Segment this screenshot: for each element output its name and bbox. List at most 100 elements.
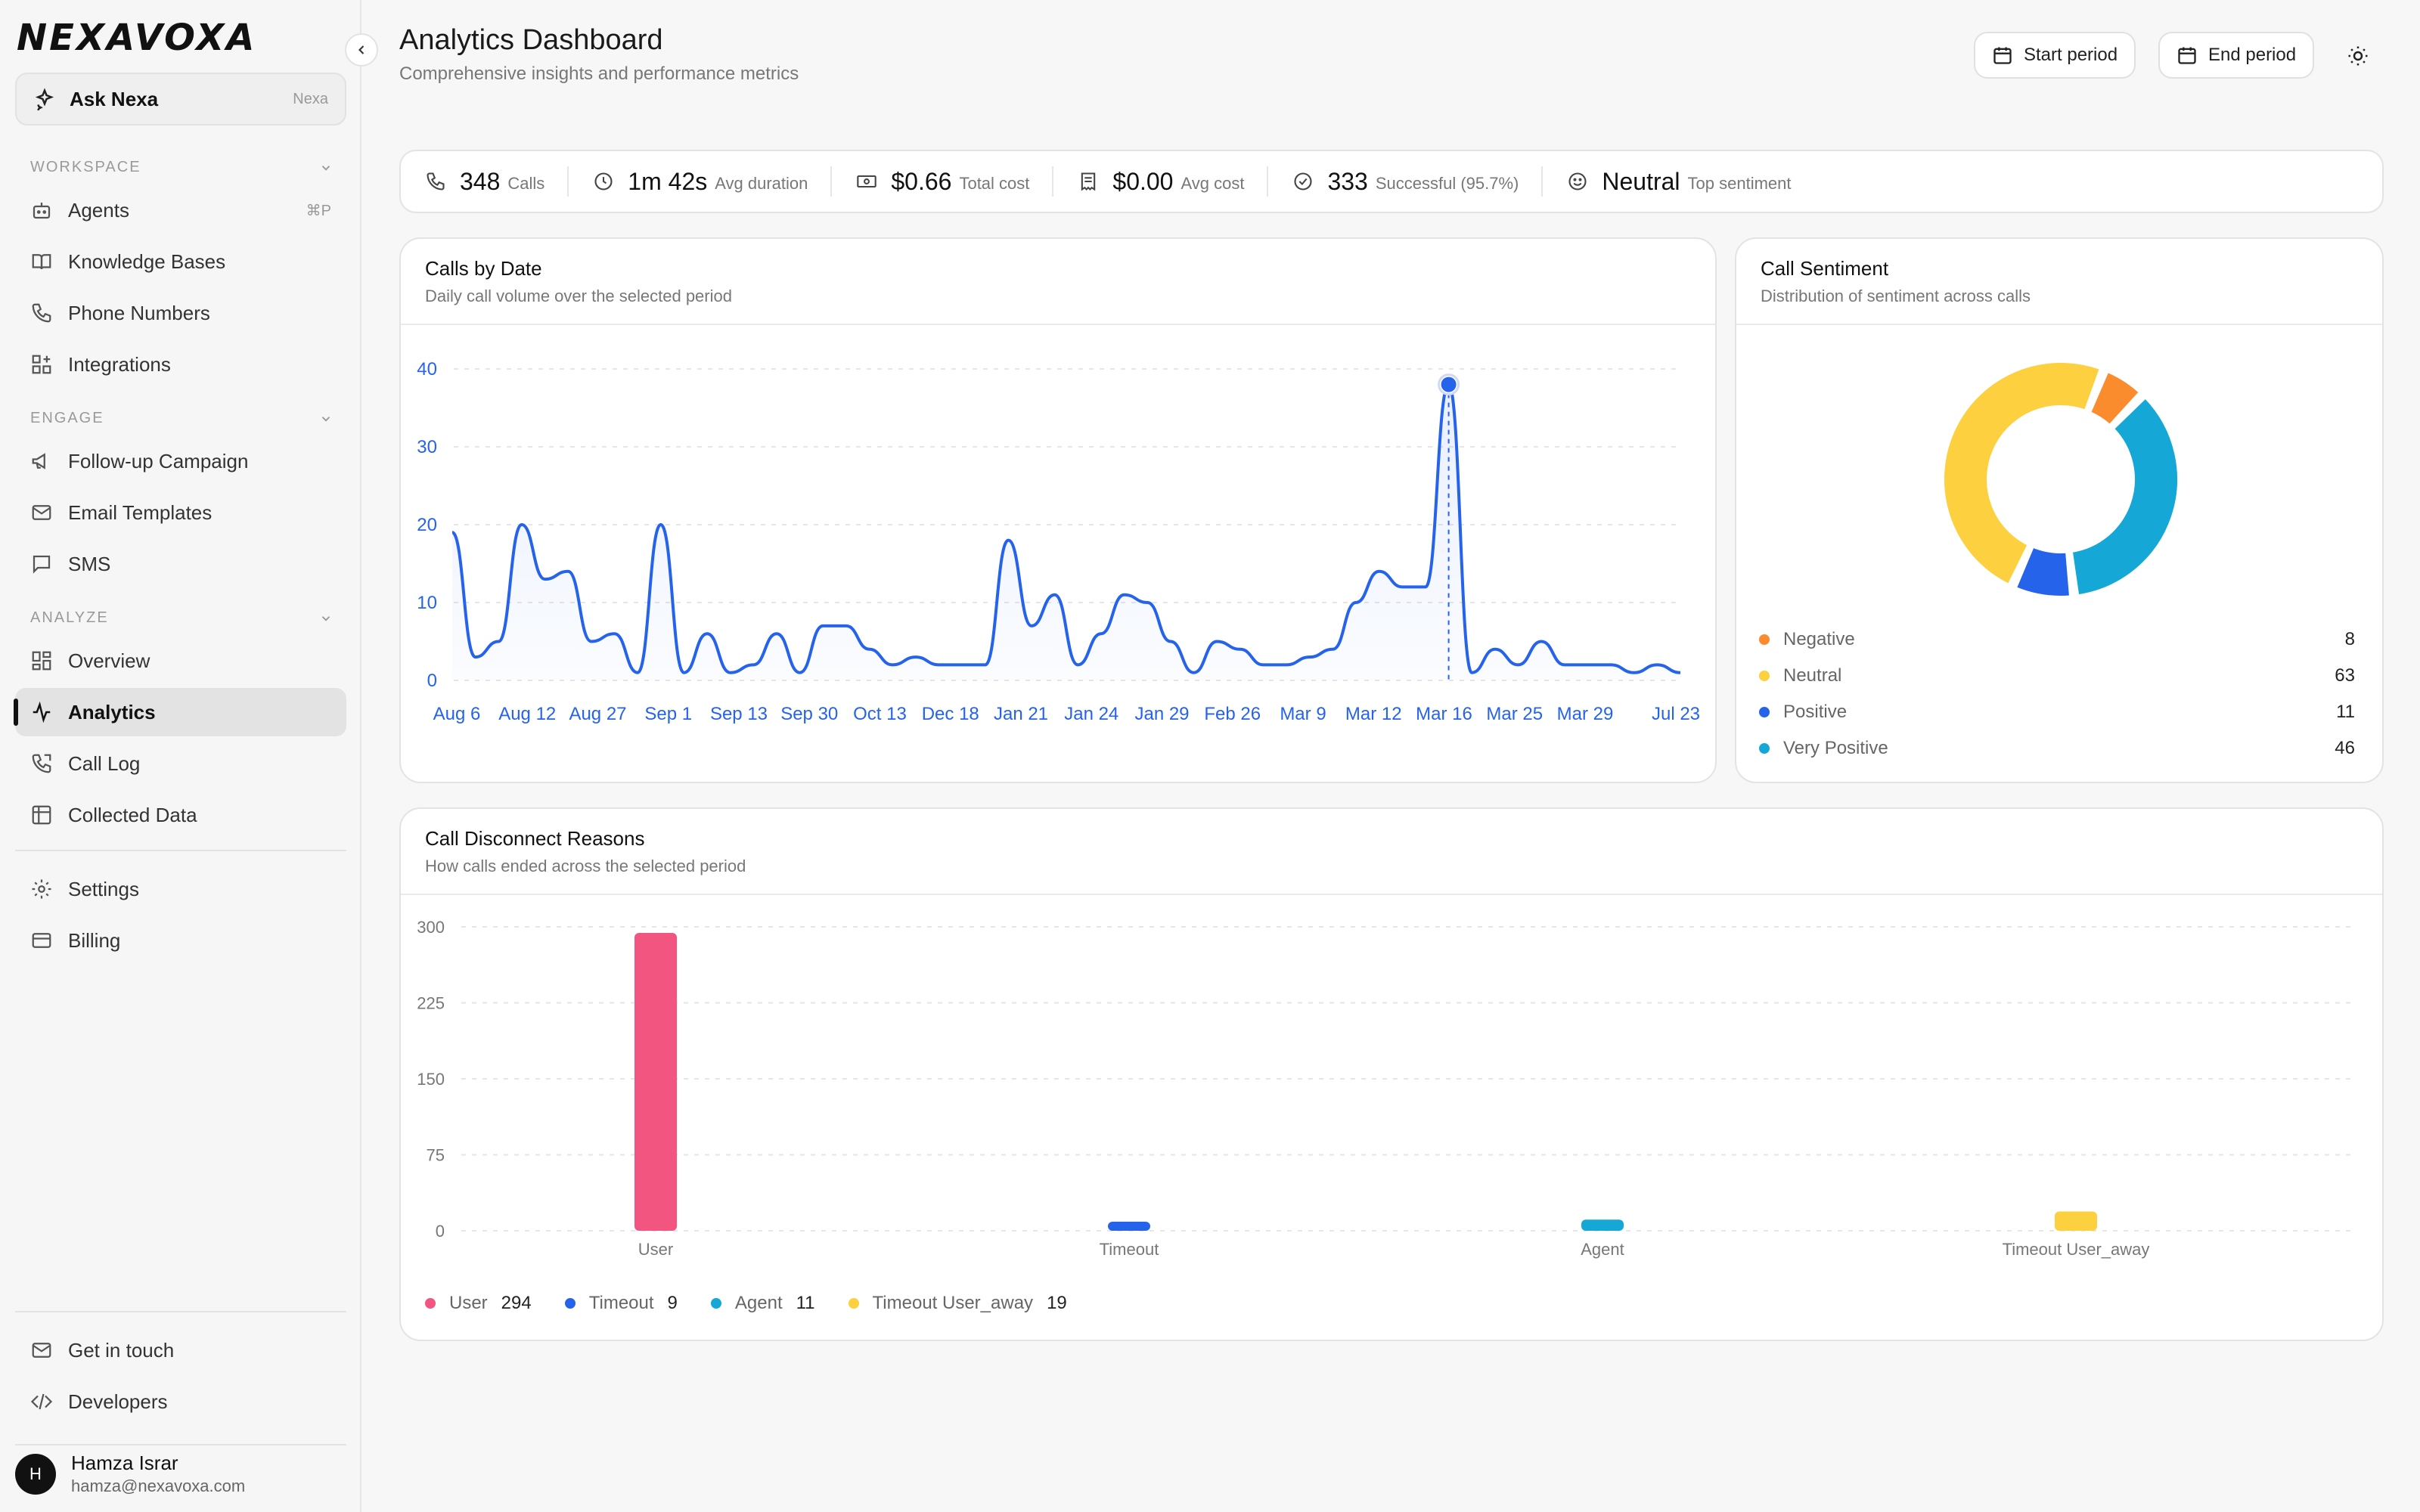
clock-icon [594,172,613,191]
grid-plus-icon [32,355,51,374]
disconnect-reasons-card: Call Disconnect Reasons How calls ended … [399,807,2384,1341]
section-analyze[interactable]: ANALYZE [30,609,333,627]
x-tick-label: Timeout User_away [2003,1240,2150,1259]
stat-label: Successful (95.7%) [1375,174,1519,193]
stat-calls: 348 Calls [425,150,569,213]
sidebar-item-label: Integrations [68,352,171,376]
sidebar-item-collected-data[interactable]: Collected Data [15,791,346,839]
y-tick-label: 10 [417,593,437,613]
chevron-left-icon [358,45,365,54]
sidebar-item-settings[interactable]: Settings [15,865,346,913]
sidebar-item-get-in-touch[interactable]: Get in touch [15,1326,346,1374]
calls-by-date-card: Calls by Date Daily call volume over the… [399,237,1717,783]
sidebar-item-label: SMS [68,552,111,575]
legend-value: 9 [667,1293,678,1313]
user-name: Hamza Israr [71,1452,178,1474]
y-tick-label: 150 [417,1070,445,1089]
sidebar-item-analytics[interactable]: Analytics [15,688,346,736]
stat-top-sentiment: Neutral Top sentiment [1567,150,1815,213]
x-tick-label: Dec 18 [922,704,979,724]
x-tick-label: Aug 27 [569,704,626,724]
robot-icon [33,203,51,219]
sidebar-item-follow-up-campaign[interactable]: Follow-up Campaign [15,437,346,485]
x-tick-label: Timeout [1100,1240,1159,1259]
theme-toggle-button[interactable] [2341,39,2375,73]
legend-value: 8 [2344,629,2355,649]
section-engage[interactable]: ENGAGE [30,410,333,427]
chevron-down-icon [321,416,330,422]
sidebar-item-developers[interactable]: Developers [15,1377,346,1426]
chevron-down-icon [321,165,330,171]
section-analyze-label: ANALYZE [30,609,109,626]
card-subtitle: Daily call volume over the selected peri… [425,287,732,305]
stat-label: Total cost [959,174,1030,193]
sidebar-item-agents[interactable]: Agents ⌘P [15,186,346,234]
sidebar-item-email-templates[interactable]: Email Templates [15,488,346,537]
message-icon [33,555,51,574]
x-tick-label: Sep 13 [710,704,768,724]
legend-item-negative: Negative 8 [1759,629,2355,650]
x-tick-label: Oct 13 [853,704,907,724]
sparkle-icon [35,88,54,110]
stat-value: $0.66 [891,167,952,195]
gear-icon [32,879,51,899]
sidebar-item-billing[interactable]: Billing [15,916,346,965]
stat-label: Avg duration [715,174,808,193]
sidebar-item-knowledge-bases[interactable]: Knowledge Bases [15,237,346,286]
phone-icon [32,303,51,323]
legend-label: Neutral [1783,665,1842,686]
x-tick-label: Mar 12 [1345,704,1402,724]
sidebar-item-label: Developers [68,1390,168,1413]
sidebar-item-label: Analytics [68,700,156,723]
ask-nexa-button[interactable]: Ask Nexa Nexa [15,73,346,125]
phone-log-icon [32,754,51,773]
bar-agent [1581,1219,1624,1231]
collapse-sidebar-button[interactable] [345,33,378,67]
disconnect-bar-chart[interactable]: 300 225 150 75 0 User Timeout Agent Timeout User… [401,897,2384,1275]
brand-logo[interactable]: NEXAVOXA [17,17,256,59]
calls-line-chart[interactable]: 0 10 20 30 40 Aug 6 Aug 12 Aug 27 Sep 1 Sep 13 Sep… [401,327,1717,783]
megaphone-icon [32,453,45,469]
legend-label: User [449,1293,488,1313]
x-tick-label: Mar 29 [1557,704,1614,724]
sidebar-item-label: Call Log [68,751,141,775]
mail-icon [32,505,51,520]
sidebar-item-label: Billing [68,928,121,952]
sidebar-item-phone-numbers[interactable]: Phone Numbers [15,289,346,337]
end-period-button[interactable]: End period [2158,32,2315,79]
ask-nexa-label: Ask Nexa [70,87,159,110]
bar-user [634,933,677,1231]
sidebar-item-label: Phone Numbers [68,301,210,324]
section-workspace[interactable]: WORKSPACE [30,159,333,176]
x-tick-label: Jan 29 [1134,704,1189,724]
highlight-point [1441,376,1457,392]
page-subtitle: Comprehensive insights and performance m… [399,64,799,84]
sidebar-item-label: Get in touch [68,1338,175,1362]
start-period-button[interactable]: Start period [1974,32,2136,79]
legend-value: 63 [2335,665,2355,686]
stat-value: Neutral [1602,167,1680,195]
series-line [451,383,1681,674]
stat-value: 333 [1327,167,1368,195]
stat-label: Top sentiment [1687,174,1792,193]
ask-nexa-hint: Nexa [293,90,328,107]
legend-swatch [848,1298,859,1309]
sentiment-donut-chart[interactable] [1736,327,2384,629]
sidebar-item-sms[interactable]: SMS [15,540,346,588]
sidebar-item-label: Email Templates [68,500,213,524]
sidebar-item-overview[interactable]: Overview [15,637,346,685]
dashboard-icon [32,651,51,671]
sidebar-item-integrations[interactable]: Integrations [15,340,346,389]
stat-avg-cost: $0.00 Avg cost [1078,150,1269,213]
y-tick-label: 0 [436,1222,445,1241]
user-email: hamza@nexavoxa.com [71,1476,246,1495]
y-tick-label: 0 [427,671,437,691]
divider [15,850,346,851]
legend-swatch [710,1298,721,1309]
sidebar-item-call-log[interactable]: Call Log [15,739,346,788]
legend-value: 11 [796,1293,815,1313]
sidebar-item-label: Settings [68,877,139,900]
x-tick-label: Agent [1581,1240,1624,1259]
user-profile[interactable]: H Hamza Israr hamza@nexavoxa.com [15,1452,245,1496]
legend-swatch [425,1298,436,1309]
